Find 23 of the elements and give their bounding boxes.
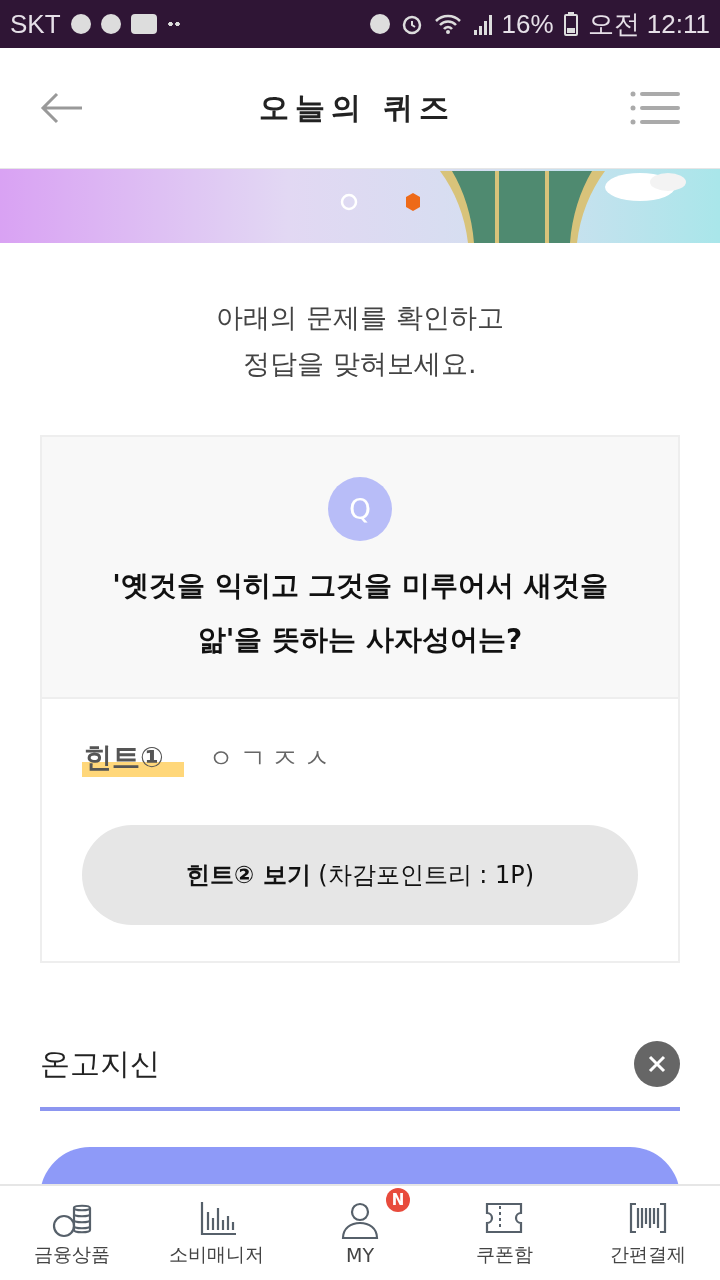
answer-field[interactable]: 온고지신 <box>40 1046 634 1082</box>
clear-icon[interactable] <box>634 1041 680 1087</box>
wifi-icon <box>433 13 462 35</box>
hint-button[interactable]: 힌트② 보기 (차감포인트리 : 1P) <box>82 825 638 925</box>
battery-icon <box>563 12 578 36</box>
notification-badge: N <box>386 1188 410 1212</box>
battery-percent: 16% <box>501 8 554 40</box>
question-text: '옛것을 익히고 그것을 미루어서 새것을 앎'을 뜻하는 사자성어는? <box>111 568 609 658</box>
hint-text: ㅇㄱㅈㅅ <box>207 741 336 775</box>
clock: 오전 12:11 <box>587 7 710 41</box>
instruction-text: 아래의 문제를 확인하고 정답을 맞혀보세요. <box>215 301 505 381</box>
nav-tab[interactable]: 간편결제 <box>576 1186 720 1280</box>
nav-tab[interactable]: 금융상품 <box>0 1186 144 1280</box>
signal-icon <box>471 13 492 35</box>
carrier-name: SKT <box>10 8 61 40</box>
page-title: 오늘의 퀴즈 <box>258 88 456 127</box>
back-arrow-icon[interactable] <box>40 92 84 124</box>
nav-tab[interactable]: 쿠폰함 <box>432 1186 576 1280</box>
nav-tab[interactable]: 소비매니저 <box>144 1186 288 1280</box>
question-badge: Q <box>328 477 392 541</box>
menu-icon[interactable] <box>630 91 680 125</box>
person-icon <box>340 1200 380 1240</box>
nav-tab[interactable]: N MY <box>288 1186 432 1280</box>
